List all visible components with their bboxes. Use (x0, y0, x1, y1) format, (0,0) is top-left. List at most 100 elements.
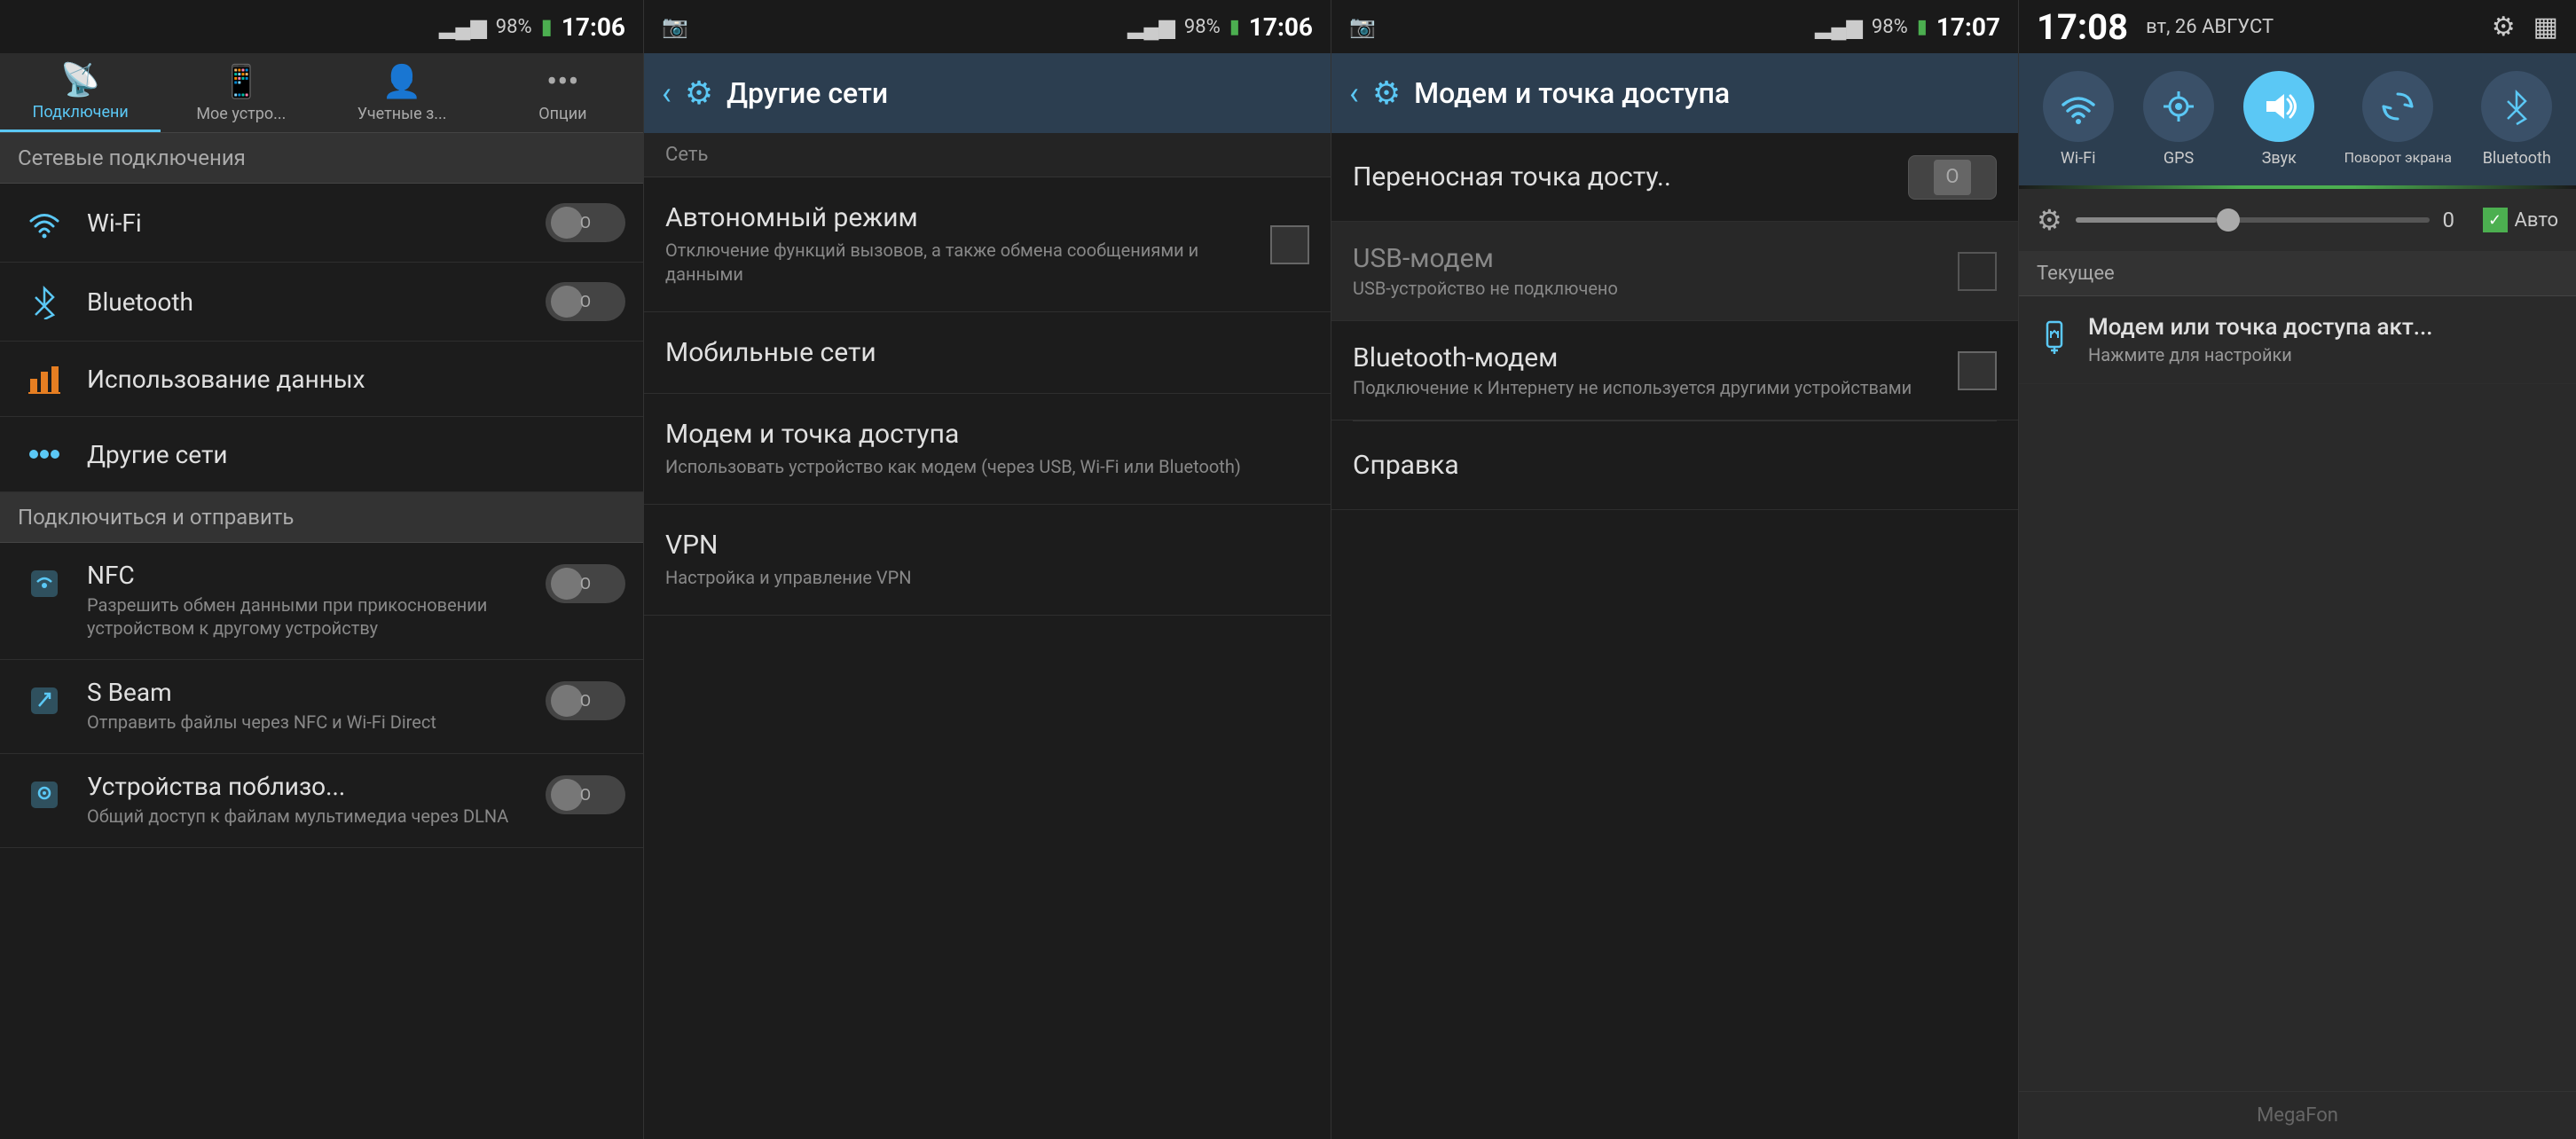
qs-date: вт, 26 АВГУСТ (2146, 16, 2274, 38)
nearby-devices-item[interactable]: Устройства поблизо... Общий доступ к фай… (0, 754, 643, 848)
wifi-item[interactable]: Wi-Fi (0, 184, 643, 263)
bluetooth-item[interactable]: Bluetooth (0, 263, 643, 342)
vpn-item[interactable]: VPN Настройка и управление VPN (644, 505, 1331, 616)
bluetooth-icon (18, 284, 71, 319)
bluetooth-toggle[interactable] (546, 282, 625, 321)
back-button-2[interactable]: ‹ (662, 75, 671, 112)
qs-status-icons: ⚙ ▦ (2492, 12, 2558, 43)
sbeam-toggle[interactable] (546, 681, 625, 720)
qs-brightness-value: 0 (2443, 208, 2470, 232)
nfc-toggle-knob (551, 568, 583, 600)
sbeam-content: S Beam Отправить файлы через NFC и Wi-Fi… (87, 678, 546, 734)
nfc-icon (18, 564, 71, 600)
brightness-settings-icon[interactable]: ⚙ (2037, 203, 2062, 237)
panel3-header: ‹ ⚙ Модем и точка доступа (1331, 53, 2018, 133)
grid-icon-qs[interactable]: ▦ (2533, 12, 2558, 43)
qs-tile-gps[interactable]: GPS (2143, 71, 2214, 168)
other-networks-content: Другие сети (87, 440, 625, 469)
usb-modem-checkbox[interactable] (1958, 252, 1997, 291)
battery-2: 98% (1184, 16, 1221, 38)
nearby-icon (18, 775, 71, 811)
network-section-2: Сеть (644, 133, 1331, 177)
nfc-toggle[interactable] (546, 564, 625, 603)
other-networks-item[interactable]: Другие сети (0, 417, 643, 492)
sbeam-item[interactable]: S Beam Отправить файлы через NFC и Wi-Fi… (0, 660, 643, 754)
tab-connections[interactable]: 📡 Подключени (0, 53, 161, 132)
qs-sound-icon (2243, 71, 2314, 142)
help-item[interactable]: Справка (1331, 421, 2018, 510)
qs-rotate-label: Поворот экрана (2344, 149, 2452, 166)
hotspot-toggle-inner: O (1934, 160, 1971, 195)
wifi-toggle[interactable] (546, 203, 625, 242)
autonomous-checkbox[interactable] (1270, 225, 1309, 264)
sbeam-toggle-knob (551, 685, 583, 717)
battery-percent-1: 98% (496, 16, 532, 38)
time-1: 17:06 (562, 12, 625, 42)
status-bar-1: ▂▄▆ 98% ▮ 17:06 (0, 0, 643, 53)
vpn-title: VPN (665, 530, 1309, 561)
qs-slider-thumb (2217, 208, 2240, 232)
hotspot-item[interactable]: Переносная точка досту.. O (1331, 133, 2018, 222)
usb-notif-icon (2037, 318, 2072, 362)
qs-tile-sound[interactable]: Звук (2243, 71, 2314, 168)
bluetooth-content: Bluetooth (87, 287, 546, 317)
qs-tile-bluetooth[interactable]: Bluetooth (2481, 71, 2552, 168)
sbeam-icon (18, 681, 71, 717)
qs-auto-label: Авто (2515, 209, 2558, 232)
panel-network-settings: ▂▄▆ 98% ▮ 17:06 📡 Подключени 📱 Мое устро… (0, 0, 644, 1139)
bt-modem-content: Bluetooth-модем Подключение к Интернету … (1353, 342, 1958, 398)
usb-modem-item[interactable]: USB-модем USB-устройство не подключено (1331, 222, 2018, 321)
wifi-icon (18, 205, 71, 240)
data-usage-content: Использование данных (87, 365, 625, 394)
autonomous-title: Автономный режим (665, 202, 1257, 233)
tab-options[interactable]: ••• Опции (483, 53, 643, 132)
help-content: Справка (1353, 450, 1997, 481)
nfc-item[interactable]: NFC Разрешить обмен данными при прикосно… (0, 543, 643, 660)
data-usage-item[interactable]: Использование данных (0, 342, 643, 417)
nearby-toggle-knob (551, 779, 583, 811)
usb-modem-content: USB-модем USB-устройство не подключено (1353, 243, 1958, 299)
signal-icon: ▂▄▆ (439, 14, 487, 40)
options-icon: ••• (546, 63, 578, 100)
qs-gps-label: GPS (2164, 149, 2194, 168)
connect-section-header: Подключиться и отправить (0, 492, 643, 543)
wifi-toggle-knob (551, 207, 583, 239)
settings-icon-3: ⚙ (1372, 75, 1401, 112)
nearby-content: Устройства поблизо... Общий доступ к фай… (87, 772, 546, 828)
qs-tile-rotate[interactable]: Поворот экрана (2344, 71, 2452, 168)
usb-modem-title: USB-модем (1353, 243, 1958, 274)
qs-time: 17:08 (2037, 6, 2128, 48)
hotspot-content: Переносная точка досту.. (1353, 161, 1908, 192)
bluetooth-toggle-knob (551, 286, 583, 318)
modem-access-item[interactable]: Модем и точка доступа Использовать устро… (644, 394, 1331, 505)
mobile-networks-title: Мобильные сети (665, 337, 1309, 368)
tab-accounts[interactable]: 👤 Учетные з... (322, 53, 483, 132)
settings-icon-qs[interactable]: ⚙ (2492, 12, 2516, 43)
qs-tile-wifi[interactable]: Wi-Fi (2043, 71, 2114, 168)
battery-icon-1: ▮ (541, 14, 553, 39)
notif-subtitle: Нажмите для настройки (2088, 344, 2558, 365)
qs-bluetooth-icon (2481, 71, 2552, 142)
qs-auto-container[interactable]: ✓ Авто (2483, 208, 2558, 232)
autonomous-mode-item[interactable]: Автономный режим Отключение функций вызо… (644, 177, 1331, 312)
notif-content: Модем или точка доступа акт... Нажмите д… (2088, 314, 2558, 365)
mobile-networks-item[interactable]: Мобильные сети (644, 312, 1331, 394)
qs-current-section-header: Текущее (2019, 252, 2576, 296)
qs-notification-hotspot[interactable]: Модем или точка доступа акт... Нажмите д… (2019, 296, 2576, 384)
wifi-content: Wi-Fi (87, 208, 546, 238)
back-button-3[interactable]: ‹ (1349, 75, 1359, 112)
nearby-toggle[interactable] (546, 775, 625, 814)
bt-modem-checkbox[interactable] (1958, 351, 1997, 390)
qs-brightness-slider[interactable] (2076, 217, 2430, 223)
connections-icon: 📡 (60, 61, 100, 98)
status-bar-2: 📷 ▂▄▆ 98% ▮ 17:06 (644, 0, 1331, 53)
qs-auto-check: ✓ (2483, 208, 2508, 232)
bt-modem-item[interactable]: Bluetooth-модем Подключение к Интернету … (1331, 321, 2018, 420)
tab-my-device[interactable]: 📱 Мое устро... (161, 53, 321, 132)
battery-3: 98% (1872, 16, 1908, 38)
nfc-content: NFC Разрешить обмен данными при прикосно… (87, 561, 546, 640)
hotspot-toggle[interactable]: O (1908, 155, 1997, 200)
qs-status-bar: 17:08 вт, 26 АВГУСТ ⚙ ▦ (2019, 0, 2576, 53)
qs-footer: MegaFon (2019, 1091, 2576, 1139)
status-bar-3: 📷 ▂▄▆ 98% ▮ 17:07 (1331, 0, 2018, 53)
